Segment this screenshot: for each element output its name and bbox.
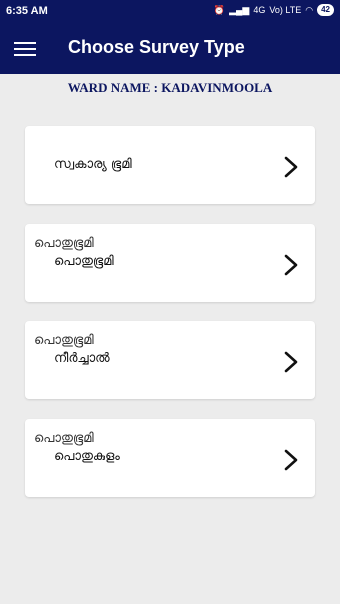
signal-icon: ▂▄▆ xyxy=(229,4,250,15)
survey-type-public-pond[interactable]: പൊതുഭൂമി പൊതുകുളം xyxy=(25,419,315,497)
survey-type-category: പൊതുഭൂമി xyxy=(34,431,94,446)
chevron-right-icon xyxy=(284,156,298,178)
survey-type-name: നീർച്ചാൽ xyxy=(54,351,110,366)
survey-type-water-channel[interactable]: പൊതുഭൂമി നീർച്ചാൽ xyxy=(25,321,315,399)
ward-name: WARD NAME : KADAVINMOOLA xyxy=(67,80,273,95)
battery-level: 42 xyxy=(317,4,334,16)
wifi-icon: ◠ xyxy=(305,4,314,15)
chevron-right-icon xyxy=(284,449,298,471)
status-icons: ⏰ ▂▄▆ 4G Vo) LTE ◠ 42 xyxy=(214,4,334,16)
network-type: 4G xyxy=(253,5,266,15)
alarm-icon: ⏰ xyxy=(213,4,226,15)
volte-label: Vo) LTE xyxy=(269,5,302,15)
menu-icon[interactable] xyxy=(14,38,36,60)
survey-type-name: പൊതുഭൂമി xyxy=(54,254,114,269)
status-bar: 6:35 AM ⏰ ▂▄▆ 4G Vo) LTE ◠ 42 xyxy=(0,0,340,24)
app-bar: Choose Survey Type xyxy=(0,24,340,74)
survey-type-name: സ്വകാര്യ ഭൂമി xyxy=(54,157,132,172)
survey-type-public-land[interactable]: പൊതുഭൂമി പൊതുഭൂമി xyxy=(25,224,315,302)
survey-type-category: പൊതുഭൂമി xyxy=(34,333,94,348)
survey-type-private-land[interactable]: സ്വകാര്യ ഭൂമി xyxy=(25,126,315,204)
status-time: 6:35 AM xyxy=(6,5,48,17)
survey-type-category: പൊതുഭൂമി xyxy=(34,236,94,251)
page-title: Choose Survey Type xyxy=(68,37,245,57)
survey-type-name: പൊതുകുളം xyxy=(54,449,120,464)
chevron-right-icon xyxy=(284,351,298,373)
chevron-right-icon xyxy=(284,254,298,276)
